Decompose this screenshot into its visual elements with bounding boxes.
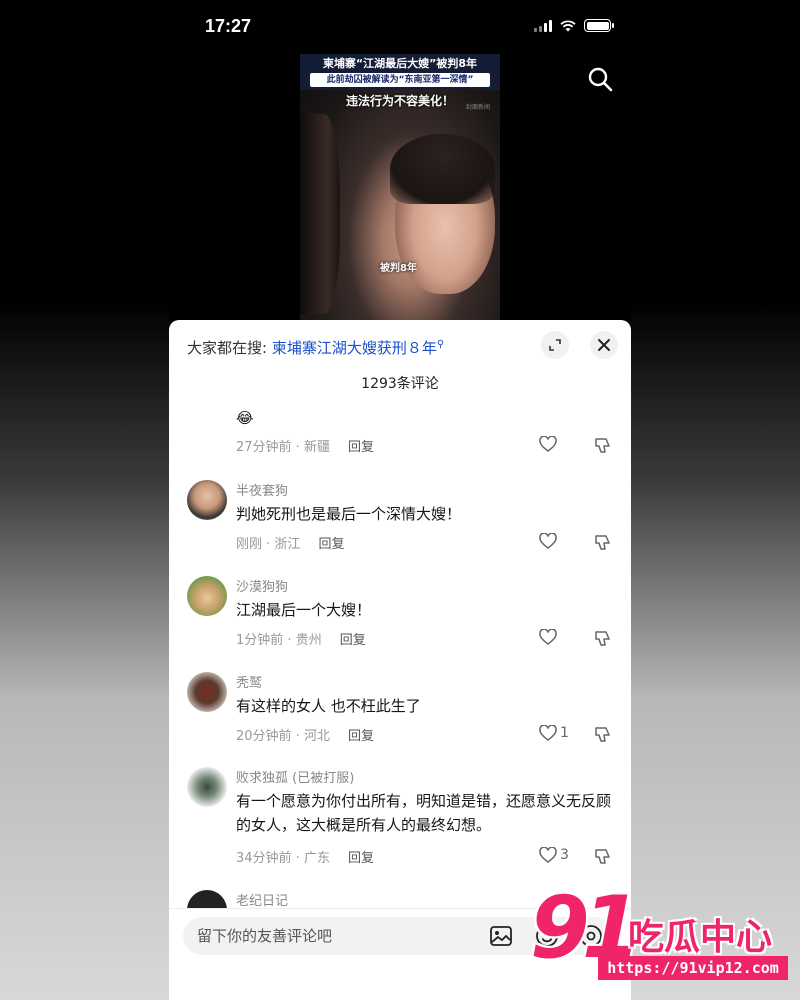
thumbs-down-icon[interactable] bbox=[594, 436, 612, 454]
heart-icon bbox=[539, 629, 557, 645]
battery-fill bbox=[586, 21, 609, 30]
status-bar: 17:27 bbox=[169, 0, 631, 50]
comment-meta: 27分钟前 · 新疆 回复 bbox=[236, 440, 374, 455]
heart-icon bbox=[539, 847, 557, 863]
phone-screen: 17:27 柬埔寨“江湖最后大嫂”被判8年 此前劫囚被解读为“东南亚第一深情” … bbox=[169, 0, 631, 1000]
comment-time: 1分钟前 bbox=[236, 633, 284, 648]
comment-count: 1293条评论 bbox=[361, 376, 439, 392]
site-watermark-logo: 91 吃瓜中心 https://91vip12.com bbox=[530, 878, 792, 988]
reply-button[interactable]: 回复 bbox=[348, 851, 374, 866]
thumbs-down-icon[interactable] bbox=[594, 847, 612, 865]
close-button[interactable] bbox=[590, 331, 618, 359]
heart-icon bbox=[539, 725, 557, 741]
like-count: 1 bbox=[560, 725, 569, 741]
comment-text: 😂 bbox=[236, 409, 254, 427]
heart-icon bbox=[539, 436, 557, 452]
like-count: 3 bbox=[560, 847, 569, 863]
heart-icon bbox=[539, 533, 557, 549]
like-button[interactable] bbox=[539, 533, 560, 549]
video-headline-line1: 柬埔寨“江湖最后大嫂”被判8年 bbox=[322, 57, 478, 70]
comment-text: 江湖最后一个大嫂！ bbox=[236, 601, 372, 619]
hot-search-term[interactable]: 柬埔寨江湖大嫂获刑８年 bbox=[272, 339, 437, 357]
comment-time: 20分钟前 bbox=[236, 729, 292, 744]
comment-username[interactable]: 半夜套狗 bbox=[236, 480, 288, 499]
comment-text: 判她死刑也是最后一个深情大嫂！ bbox=[236, 505, 462, 523]
reply-button[interactable]: 回复 bbox=[340, 633, 366, 648]
comment-location: 广东 bbox=[303, 851, 330, 866]
video-headline-line2: 此前劫囚被解读为“东南亚第一深情” bbox=[310, 73, 490, 87]
status-icons bbox=[534, 19, 614, 32]
image-icon[interactable] bbox=[489, 924, 513, 948]
video-player[interactable]: 柬埔寨“江湖最后大嫂”被判8年 此前劫囚被解读为“东南亚第一深情” 违法行为不容… bbox=[300, 54, 500, 320]
close-icon bbox=[598, 339, 610, 351]
reply-button[interactable]: 回复 bbox=[348, 729, 374, 744]
comment-location: 河北 bbox=[303, 729, 330, 744]
reply-button[interactable]: 回复 bbox=[348, 440, 374, 455]
comment-location: 新疆 bbox=[303, 440, 330, 455]
thumbs-down-icon[interactable] bbox=[594, 629, 612, 647]
comment-time: 27分钟前 bbox=[236, 440, 292, 455]
mini-search-icon: ⚲ bbox=[436, 339, 445, 350]
expand-button[interactable] bbox=[541, 331, 569, 359]
thumbs-down-icon[interactable] bbox=[594, 725, 612, 743]
comment-meta: 20分钟前 · 河北 回复 bbox=[236, 729, 374, 744]
comment-time: 34分钟前 bbox=[236, 851, 292, 866]
comment-meta: 刚刚 · 浙江 回复 bbox=[236, 537, 345, 552]
avatar[interactable] bbox=[187, 767, 227, 807]
comment-text: 有这样的女人 也不枉此生了 bbox=[236, 697, 421, 715]
reply-button[interactable]: 回复 bbox=[318, 537, 344, 552]
battery-icon bbox=[584, 19, 614, 32]
comment-meta: 1分钟前 · 贵州 回复 bbox=[236, 633, 366, 648]
video-person-left bbox=[300, 114, 340, 314]
wifi-icon bbox=[560, 19, 576, 31]
comment-username[interactable]: 秃鹫 bbox=[236, 672, 262, 691]
logo-text: 吃瓜中心 bbox=[628, 917, 773, 958]
signal-icon bbox=[534, 19, 552, 32]
hot-search-prefix: 大家都在搜: bbox=[187, 339, 272, 357]
comment-text: 有一个愿意为你付出所有，明知道是错，还愿意义无反顾的女人，这大概是所有人的最终幻… bbox=[236, 792, 612, 834]
comment-username[interactable]: 败求独孤 (已被打服) bbox=[236, 767, 354, 786]
status-time: 17:27 bbox=[205, 16, 252, 36]
search-icon[interactable] bbox=[587, 66, 613, 92]
like-button[interactable] bbox=[539, 629, 560, 645]
avatar[interactable] bbox=[187, 480, 227, 520]
expand-icon bbox=[549, 339, 561, 351]
video-headline: 柬埔寨“江湖最后大嫂”被判8年 此前劫囚被解读为“东南亚第一深情” bbox=[300, 54, 500, 90]
comment-time: 刚刚 bbox=[236, 537, 263, 552]
thumbs-down-icon[interactable] bbox=[594, 533, 612, 551]
like-button[interactable]: 3 bbox=[539, 847, 569, 863]
comment-meta: 34分钟前 · 广东 回复 bbox=[236, 851, 374, 866]
like-button[interactable] bbox=[539, 436, 560, 452]
video-watermark: 封面新闻 bbox=[465, 104, 490, 111]
comment-location: 贵州 bbox=[295, 633, 322, 648]
avatar[interactable] bbox=[187, 890, 227, 908]
video-hair bbox=[390, 134, 495, 204]
comment-username[interactable]: 老纪日记 bbox=[236, 890, 288, 908]
avatar[interactable] bbox=[187, 576, 227, 616]
comment-username[interactable]: 沙漠狗狗 bbox=[236, 576, 288, 595]
comment-location: 浙江 bbox=[274, 537, 301, 552]
hot-search[interactable]: 大家都在搜: 柬埔寨江湖大嫂获刑８年⚲ bbox=[187, 337, 444, 358]
logo-url: https://91vip12.com bbox=[598, 956, 788, 980]
avatar[interactable] bbox=[187, 672, 227, 712]
like-button[interactable]: 1 bbox=[539, 725, 569, 741]
video-caption: 被判8年 bbox=[380, 263, 417, 274]
